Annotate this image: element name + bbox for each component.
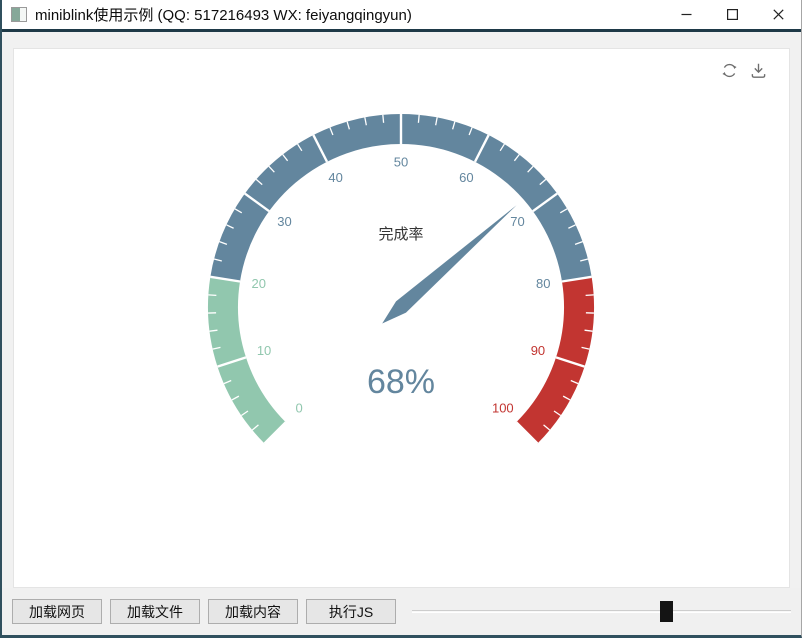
save-image-button[interactable]: [748, 60, 768, 80]
app-window: miniblink使用示例 (QQ: 517216493 WX: feiyang…: [0, 0, 802, 638]
slider-groove[interactable]: [412, 610, 791, 613]
svg-text:40: 40: [328, 170, 342, 185]
svg-text:90: 90: [531, 343, 545, 358]
minimize-button[interactable]: [663, 0, 709, 29]
svg-text:70: 70: [510, 214, 524, 229]
execute-js-button[interactable]: 执行JS: [306, 599, 396, 624]
minimize-icon: [681, 9, 692, 20]
svg-text:0: 0: [296, 400, 303, 415]
svg-text:80: 80: [536, 276, 550, 291]
gauge-chart: 0 10 20 30 40 50 60 70 80 90 100 完成率 68%: [14, 49, 790, 589]
svg-text:50: 50: [394, 154, 408, 169]
maximize-icon: [727, 9, 738, 20]
svg-text:20: 20: [252, 276, 266, 291]
title-bar[interactable]: miniblink使用示例 (QQ: 517216493 WX: feiyang…: [2, 0, 801, 32]
close-button[interactable]: [755, 0, 801, 29]
window-controls: [663, 0, 801, 29]
svg-text:10: 10: [257, 343, 271, 358]
content-area: 0 10 20 30 40 50 60 70 80 90 100 完成率 68%: [2, 35, 801, 588]
svg-text:60: 60: [459, 170, 473, 185]
window-title: miniblink使用示例 (QQ: 517216493 WX: feiyang…: [35, 4, 663, 25]
svg-text:100: 100: [492, 400, 514, 415]
app-icon: [11, 7, 27, 22]
svg-text:完成率: 完成率: [378, 226, 423, 243]
slider-handle[interactable]: [660, 601, 673, 622]
svg-text:30: 30: [277, 214, 291, 229]
load-content-button[interactable]: 加载内容: [208, 599, 298, 624]
load-webpage-button[interactable]: 加载网页: [12, 599, 102, 624]
zoom-slider[interactable]: [412, 596, 791, 628]
bottom-toolbar: 加载网页加载文件加载内容执行JS: [2, 588, 801, 635]
svg-text:68%: 68%: [367, 363, 435, 401]
refresh-icon: [720, 61, 739, 80]
maximize-button[interactable]: [709, 0, 755, 29]
load-file-button[interactable]: 加载文件: [110, 599, 200, 624]
command-buttons: 加载网页加载文件加载内容执行JS: [12, 599, 404, 624]
chart-toolbox: [719, 60, 768, 80]
download-icon: [749, 61, 768, 80]
restore-button[interactable]: [719, 60, 739, 80]
gauge-chart-area: 0 10 20 30 40 50 60 70 80 90 100 完成率 68%: [14, 49, 789, 587]
chart-panel: 0 10 20 30 40 50 60 70 80 90 100 完成率 68%: [13, 48, 790, 588]
close-icon: [773, 9, 784, 20]
